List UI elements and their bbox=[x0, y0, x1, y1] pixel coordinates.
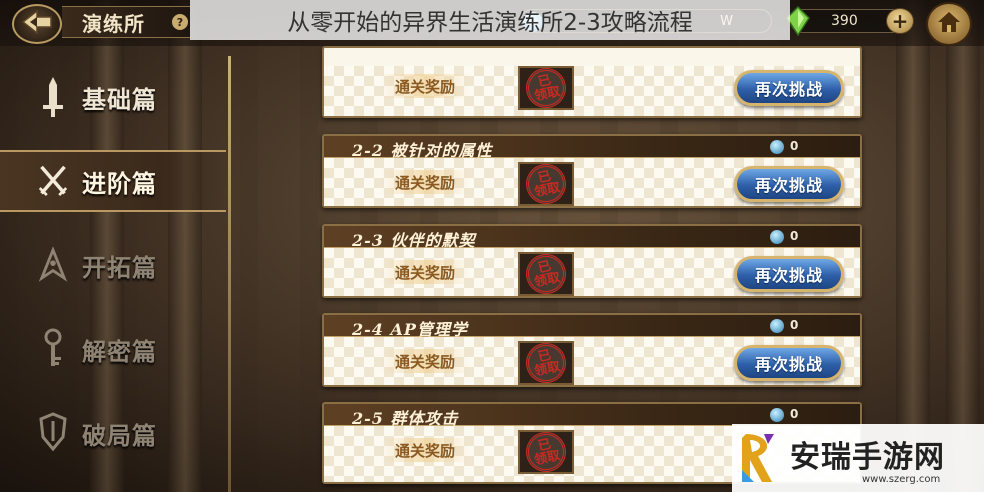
sidebar-item-label: 基础篇 bbox=[82, 84, 157, 114]
stage-header: 2-4 AP管理学 0 bbox=[324, 315, 860, 339]
stage-card: 2-4 AP管理学 0 通关奖励 已领取 再次挑战 bbox=[322, 313, 862, 387]
stage-card: 2-2 被针对的属性 0 通关奖励 已领取 再次挑战 bbox=[322, 134, 862, 208]
stage-header: 2-3 伙伴的默契 0 bbox=[324, 226, 860, 250]
retry-button[interactable]: 再次挑战 bbox=[734, 345, 844, 381]
stage-body: 通关奖励 已领取 再次挑战 bbox=[324, 158, 860, 208]
crossed-swords-icon bbox=[38, 159, 68, 203]
back-button[interactable] bbox=[12, 4, 62, 44]
overlay-title-text: 从零开始的异界生活演练所2-3攻略流程 bbox=[287, 10, 693, 36]
stage-card: 2-3 伙伴的默契 0 通关奖励 已领取 再次挑战 bbox=[322, 224, 862, 298]
reward-slot: 已领取 bbox=[518, 250, 574, 298]
gem-icon bbox=[770, 230, 784, 244]
reward-slot: 已领取 bbox=[518, 64, 574, 112]
reward-slot: 已领取 bbox=[518, 339, 574, 387]
site-watermark-badge: 安瑞手游网 www.szerg.com bbox=[732, 424, 984, 492]
background-pillar bbox=[946, 0, 980, 492]
resource-2-value: 390 bbox=[831, 13, 858, 29]
site-logo-icon bbox=[738, 430, 778, 486]
background-pillar bbox=[896, 0, 930, 492]
stage-card: 通关奖励 已领取 再次挑战 bbox=[322, 46, 862, 118]
clear-reward-label: 通关奖励 bbox=[380, 349, 470, 373]
site-url: www.szerg.com bbox=[862, 474, 941, 485]
stage-body: 通关奖励 已领取 再次挑战 bbox=[324, 337, 860, 387]
claimed-stamp: 已领取 bbox=[522, 339, 570, 387]
gem-icon bbox=[770, 319, 784, 333]
reward-slot: 已领取 bbox=[518, 160, 574, 208]
sidebar-item-label: 破局篇 bbox=[82, 420, 157, 450]
home-button[interactable] bbox=[926, 2, 972, 46]
clear-reward-label: 通关奖励 bbox=[380, 170, 470, 194]
gem-count: 0 bbox=[790, 407, 799, 421]
home-icon bbox=[936, 10, 962, 38]
sword-icon bbox=[38, 75, 68, 119]
sidebar-item-label: 进阶篇 bbox=[82, 168, 157, 198]
stage-header: 2-2 被针对的属性 0 bbox=[324, 136, 860, 160]
claimed-stamp: 已领取 bbox=[522, 64, 570, 112]
overlay-article-title: 从零开始的异界生活演练所2-3攻略流程 bbox=[190, 0, 790, 40]
clear-reward-label: 通关奖励 bbox=[380, 438, 470, 462]
stage-header: 2-5 群体攻击 0 bbox=[324, 404, 860, 428]
shield-icon bbox=[38, 411, 68, 455]
section-title: 演练所 bbox=[82, 11, 145, 36]
gem-count: 0 bbox=[790, 229, 799, 243]
stage-body: 通关奖励 已领取 再次挑战 bbox=[324, 64, 860, 116]
add-resource-button[interactable]: + bbox=[886, 8, 914, 34]
retry-button[interactable]: 再次挑战 bbox=[734, 166, 844, 202]
gem-icon bbox=[770, 140, 784, 154]
reward-slot: 已领取 bbox=[518, 428, 574, 476]
sidebar-item-advanced[interactable]: 进阶篇 bbox=[0, 150, 226, 212]
stage-body: 通关奖励 已领取 再次挑战 bbox=[324, 248, 860, 298]
clear-reward-label: 通关奖励 bbox=[380, 74, 470, 98]
gem-icon bbox=[770, 408, 784, 422]
sidebar-item-label: 解密篇 bbox=[82, 336, 157, 366]
claimed-stamp: 已领取 bbox=[522, 160, 570, 208]
clear-reward-label: 通关奖励 bbox=[380, 260, 470, 284]
sidebar-divider-rod bbox=[228, 56, 231, 492]
sidebar-item-explore[interactable]: 开拓篇 bbox=[0, 234, 226, 296]
retry-button[interactable]: 再次挑战 bbox=[734, 70, 844, 106]
sidebar-item-label: 开拓篇 bbox=[82, 252, 157, 282]
help-icon[interactable]: ? bbox=[172, 14, 188, 30]
compass-icon bbox=[38, 243, 68, 287]
site-name: 安瑞手游网 bbox=[790, 440, 945, 475]
gem-count: 0 bbox=[790, 139, 799, 153]
gem-count: 0 bbox=[790, 318, 799, 332]
claimed-stamp: 已领取 bbox=[522, 428, 570, 476]
back-arrow-icon bbox=[21, 9, 53, 39]
claimed-stamp: 已领取 bbox=[522, 250, 570, 298]
sidebar-item-breakthrough[interactable]: 破局篇 bbox=[0, 402, 226, 464]
key-icon bbox=[38, 327, 68, 371]
retry-button[interactable]: 再次挑战 bbox=[734, 256, 844, 292]
section-title-plate: 演练所 bbox=[62, 6, 190, 38]
sidebar-item-puzzle[interactable]: 解密篇 bbox=[0, 318, 226, 380]
sidebar-item-basic[interactable]: 基础篇 bbox=[0, 66, 226, 128]
